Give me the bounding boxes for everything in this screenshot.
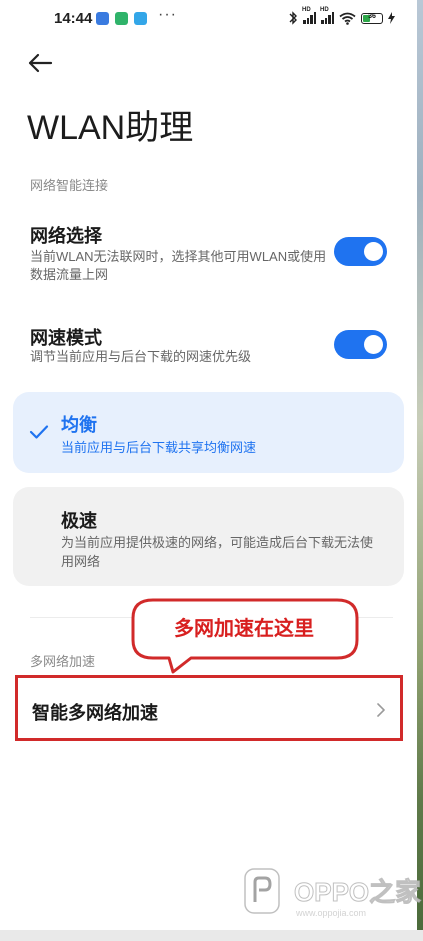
bottom-edge <box>0 930 423 941</box>
watermark-url: www.oppojia.com <box>296 908 367 918</box>
option-title: 极速 <box>61 511 97 531</box>
charging-icon <box>388 12 395 24</box>
status-time: 14:44 <box>54 10 93 27</box>
option-title: 均衡 <box>61 415 97 435</box>
back-arrow-icon[interactable] <box>26 50 56 76</box>
shield-notification-icon <box>115 12 128 25</box>
smart-multi-network-acceleration-item[interactable]: 智能多网络加速 <box>15 675 403 741</box>
speed-mode-title: 网速模式 <box>30 328 102 348</box>
speed-option-fast[interactable]: 极速 为当前应用提供极速的网络，可能造成后台下载无法使用网络 <box>13 487 404 586</box>
smart-multi-network-acceleration-label: 智能多网络加速 <box>32 703 158 723</box>
app-notification-icon <box>134 12 147 25</box>
chevron-right-icon <box>377 703 385 717</box>
battery-icon: 36 <box>361 12 383 24</box>
speed-mode-description: 调节当前应用与后台下载的网速优先级 <box>30 349 252 364</box>
network-select-description: 当前WLAN无法联网时，选择其他可用WLAN或使用数据流量上网 <box>30 249 327 282</box>
page-title: WLAN助理 <box>27 109 194 147</box>
wifi-icon <box>339 12 356 25</box>
speed-mode-toggle[interactable] <box>334 330 387 359</box>
watermark-logo-icon <box>244 868 280 914</box>
network-select-toggle[interactable] <box>334 237 387 266</box>
signal-icon: HD <box>320 7 334 24</box>
section-label-multi-network: 多网络加速 <box>30 654 96 669</box>
watermark: OPPO之家 www.oppojia.com <box>242 866 422 928</box>
toggle-knob <box>364 242 383 261</box>
checkmark-icon <box>29 425 49 439</box>
annotation-text: 多网加速在这里 <box>174 618 314 640</box>
more-notifications-icon: ··· <box>158 6 177 23</box>
signal-icon: HD <box>302 7 316 24</box>
battery-level: 36 <box>368 12 376 20</box>
bluetooth-icon <box>289 11 297 25</box>
watermark-text: OPPO之家 <box>293 877 422 908</box>
status-bar: 14:44 ··· HD HD 36 <box>0 0 423 36</box>
app-notification-icon <box>96 12 109 25</box>
option-description: 为当前应用提供极速的网络，可能造成后台下载无法使用网络 <box>61 535 374 569</box>
speed-option-balanced[interactable]: 均衡 当前应用与后台下载共享均衡网速 <box>13 392 404 473</box>
wallpaper-edge <box>417 0 423 941</box>
section-label-smart-connection: 网络智能连接 <box>30 178 109 193</box>
network-select-title: 网络选择 <box>30 226 102 246</box>
toggle-knob <box>364 335 383 354</box>
option-description: 当前应用与后台下载共享均衡网速 <box>61 440 257 455</box>
